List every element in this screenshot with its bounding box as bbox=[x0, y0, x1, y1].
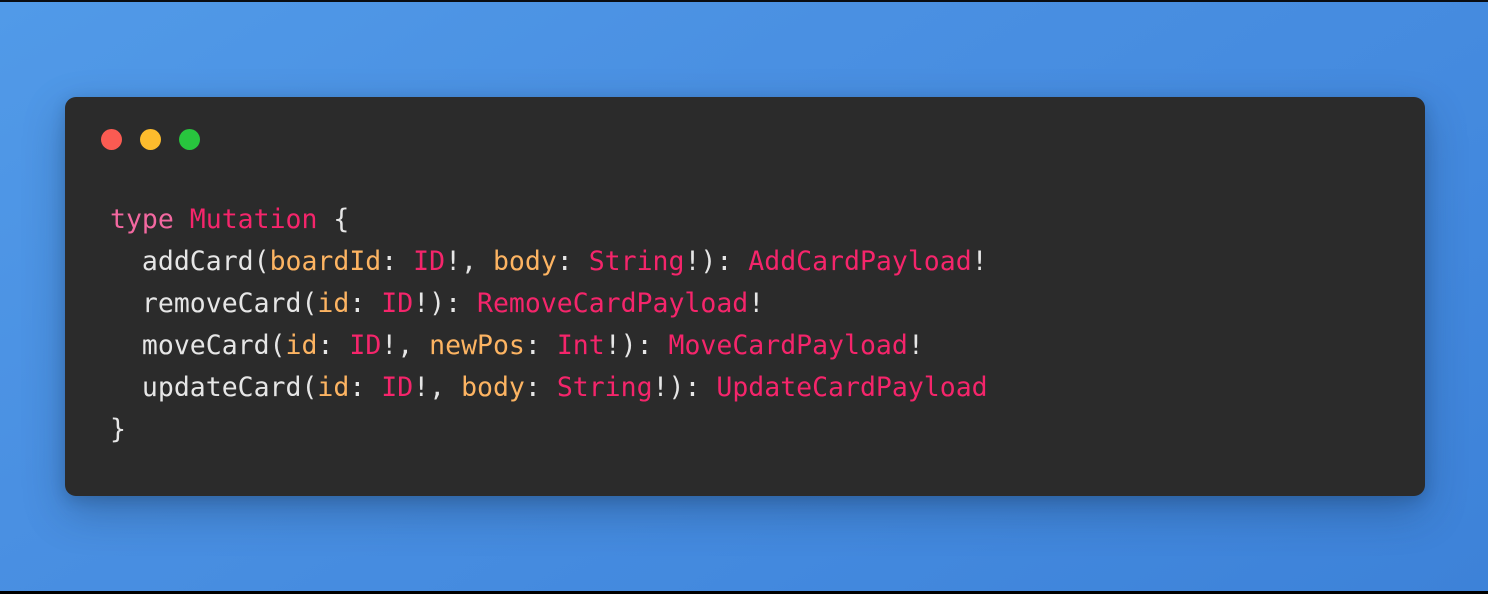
code-token-punct: : bbox=[556, 246, 589, 277]
code-token-punct: !, bbox=[413, 372, 462, 403]
code-line: moveCard(id: ID!, newPos: Int!): MoveCar… bbox=[110, 325, 1425, 367]
code-token-type: String bbox=[556, 372, 653, 403]
code-token-type: RemoveCardPayload bbox=[477, 288, 749, 319]
code-token-punct: ! bbox=[748, 288, 765, 319]
traffic-light-buttons bbox=[101, 128, 200, 150]
maximize-window-icon[interactable] bbox=[179, 128, 200, 150]
code-token-argument: id bbox=[317, 288, 350, 319]
code-token-argument: id bbox=[317, 372, 350, 403]
code-token-punct: : bbox=[381, 246, 414, 277]
top-border-strip bbox=[0, 0, 1488, 2]
code-token-type: ID bbox=[381, 288, 414, 319]
code-token-argument: newPos bbox=[429, 330, 525, 361]
code-token-argument: body bbox=[461, 372, 525, 403]
screenshot-stage: type Mutation { addCard(boardId: ID!, bo… bbox=[0, 0, 1488, 594]
code-token-argument: body bbox=[492, 246, 557, 277]
code-token-type: MoveCardPayload bbox=[668, 330, 908, 361]
code-token-punct: ! bbox=[907, 330, 924, 361]
code-token-punct: ! bbox=[971, 246, 988, 277]
code-line: updateCard(id: ID!, body: String!): Upda… bbox=[110, 367, 1425, 409]
code-token-type: UpdateCardPayload bbox=[716, 372, 988, 403]
minimize-window-icon[interactable] bbox=[140, 128, 161, 150]
code-token-keyword: type bbox=[110, 204, 174, 235]
code-token-punct: : bbox=[317, 330, 350, 361]
code-token-type: ID bbox=[349, 330, 382, 361]
code-token-type: String bbox=[588, 246, 685, 277]
code-token-plain: updateCard( bbox=[141, 372, 318, 403]
code-token-punct: : bbox=[524, 372, 557, 403]
code-token-argument: boardId bbox=[269, 246, 382, 277]
code-token-type: ID bbox=[381, 372, 414, 403]
code-token-argument: id bbox=[285, 330, 318, 361]
code-token-punct: !): bbox=[684, 246, 749, 277]
code-token-punct: : bbox=[349, 372, 382, 403]
code-token-punct: : bbox=[349, 288, 382, 319]
code-token-punct: : bbox=[524, 330, 557, 361]
code-token-punct: !, bbox=[445, 246, 493, 277]
code-token-punct: } bbox=[110, 414, 126, 445]
code-token-punct: !): bbox=[604, 330, 669, 361]
window-titlebar bbox=[65, 97, 1425, 181]
code-token-plain: moveCard( bbox=[141, 330, 286, 361]
code-token-punct: !): bbox=[652, 372, 717, 403]
code-block: type Mutation { addCard(boardId: ID!, bo… bbox=[65, 181, 1425, 496]
code-token-type: Int bbox=[556, 330, 605, 361]
code-token-punct: !): bbox=[413, 288, 478, 319]
code-line: type Mutation { bbox=[110, 199, 1425, 241]
code-token-type: ID bbox=[413, 246, 446, 277]
code-token-type: Mutation bbox=[189, 204, 318, 235]
code-token-punct: { bbox=[317, 204, 350, 235]
code-line: addCard(boardId: ID!, body: String!): Ad… bbox=[110, 241, 1425, 283]
code-token-punct: !, bbox=[381, 330, 430, 361]
code-line: } bbox=[110, 409, 1425, 451]
code-line: removeCard(id: ID!): RemoveCardPayload! bbox=[110, 283, 1425, 325]
code-token-plain: removeCard( bbox=[141, 288, 318, 319]
code-snippet-window: type Mutation { addCard(boardId: ID!, bo… bbox=[65, 97, 1425, 496]
code-token-plain: addCard( bbox=[141, 246, 270, 277]
code-token-type: AddCardPayload bbox=[748, 246, 972, 277]
close-window-icon[interactable] bbox=[101, 128, 122, 150]
